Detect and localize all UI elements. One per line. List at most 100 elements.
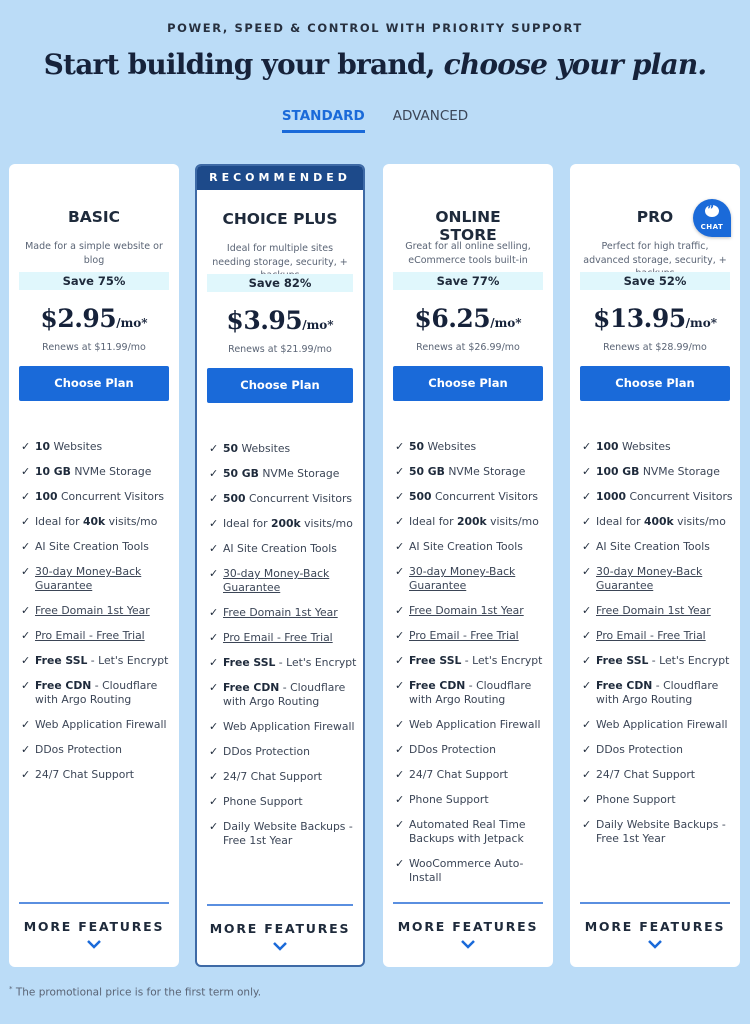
feature-text: WooCommerce Auto-Install: [409, 857, 524, 884]
feature-link[interactable]: Free Domain 1st Year: [409, 604, 524, 617]
feature-text: Phone Support: [223, 795, 303, 808]
tab-advanced[interactable]: ADVANCED: [393, 108, 468, 133]
check-icon: ✓: [395, 679, 405, 692]
check-icon: ✓: [395, 540, 405, 553]
feature-text: AI Site Creation Tools: [35, 540, 149, 553]
feature-highlight: 10 GB: [35, 465, 71, 478]
divider: [580, 902, 730, 904]
feature-item: ✓ Pro Email - Free Trial: [209, 631, 359, 645]
save-badge: Save 82%: [207, 274, 353, 292]
feature-text: - Let's Encrypt: [648, 654, 730, 667]
feature-highlight: Free SSL: [596, 654, 649, 667]
check-icon: ✓: [395, 818, 405, 831]
renewal-price: Renews at $21.99/mo: [228, 344, 332, 355]
feature-item: ✓ 30-day Money-Back Guarantee: [21, 565, 175, 593]
feature-text: NVMe Storage: [639, 465, 720, 478]
chat-quote-icon: ”: [705, 203, 719, 217]
check-icon: ✓: [21, 490, 31, 503]
save-badge: Save 52%: [580, 272, 730, 290]
feature-item: ✓ AI Site Creation Tools: [395, 540, 549, 554]
check-icon: ✓: [209, 567, 219, 580]
feature-item: ✓ DDos Protection: [582, 743, 736, 757]
divider: [393, 902, 543, 904]
feature-item: ✓ AI Site Creation Tools: [582, 540, 736, 554]
price-period: /mo*: [685, 316, 718, 330]
choose-plan-button[interactable]: Choose Plan: [580, 366, 730, 401]
chevron-down-icon[interactable]: [570, 934, 740, 953]
check-icon: ✓: [582, 490, 592, 503]
feature-link[interactable]: Pro Email - Free Trial: [596, 629, 706, 642]
divider: [19, 902, 169, 904]
check-icon: ✓: [209, 442, 219, 455]
feature-link[interactable]: 30-day Money-Back Guarantee: [223, 567, 329, 594]
check-icon: ✓: [209, 656, 219, 669]
tab-standard[interactable]: STANDARD: [281, 108, 365, 133]
feature-link[interactable]: 30-day Money-Back Guarantee: [409, 565, 515, 592]
check-icon: ✓: [395, 490, 405, 503]
page-title-italic: choose your plan.: [443, 48, 708, 81]
feature-link[interactable]: Free Domain 1st Year: [596, 604, 711, 617]
check-icon: ✓: [21, 540, 31, 553]
feature-text: visits/mo: [486, 515, 539, 528]
feature-link[interactable]: Free Domain 1st Year: [223, 606, 338, 619]
feature-link[interactable]: Free Domain 1st Year: [35, 604, 150, 617]
page-title: Start building your brand, choose your p…: [0, 48, 750, 81]
price-period: /mo*: [302, 318, 334, 332]
feature-item: ✓ Free SSL - Let's Encrypt: [582, 654, 736, 668]
check-icon: ✓: [21, 465, 31, 478]
check-icon: ✓: [582, 604, 592, 617]
feature-link[interactable]: 30-day Money-Back Guarantee: [596, 565, 702, 592]
feature-item: ✓ Free Domain 1st Year: [582, 604, 736, 618]
feature-text: Concurrent Visitors: [431, 490, 539, 503]
feature-item: ✓ 500 Concurrent Visitors: [209, 492, 359, 506]
plan-tabs: STANDARD ADVANCED: [0, 108, 750, 133]
choose-plan-button[interactable]: Choose Plan: [207, 368, 353, 403]
choose-plan-button[interactable]: Choose Plan: [393, 366, 543, 401]
check-icon: ✓: [209, 745, 219, 758]
plan-price: $3.95/mo*: [197, 306, 363, 335]
feature-highlight: 400k: [644, 515, 674, 528]
check-icon: ✓: [21, 565, 31, 578]
renewal-price: Renews at $26.99/mo: [416, 342, 520, 353]
feature-highlight: 200k: [457, 515, 487, 528]
price-amount: $6.25: [414, 304, 491, 333]
feature-item: ✓ 1000 Concurrent Visitors: [582, 490, 736, 504]
more-features-button[interactable]: MORE FEATURES: [197, 921, 363, 936]
check-icon: ✓: [209, 606, 219, 619]
feature-text: visits/mo: [300, 517, 353, 530]
check-icon: ✓: [209, 631, 219, 644]
feature-prefix: Ideal for: [409, 515, 458, 528]
choose-plan-button[interactable]: Choose Plan: [19, 366, 169, 401]
feature-item: ✓ DDos Protection: [209, 745, 359, 759]
feature-text: 24/7 Chat Support: [35, 768, 135, 781]
feature-highlight: 1000: [596, 490, 627, 503]
plan-name: BASIC: [67, 208, 121, 226]
feature-text: DDos Protection: [223, 745, 310, 758]
feature-item: ✓ Web Application Firewall: [21, 718, 175, 732]
chevron-down-icon[interactable]: [383, 934, 553, 953]
feature-link[interactable]: Pro Email - Free Trial: [35, 629, 145, 642]
feature-text: Phone Support: [409, 793, 489, 806]
feature-prefix: Ideal for: [596, 515, 645, 528]
feature-highlight: Free SSL: [409, 654, 462, 667]
feature-text: 24/7 Chat Support: [223, 770, 323, 783]
chevron-down-icon[interactable]: [9, 934, 179, 953]
feature-item: ✓ DDos Protection: [395, 743, 549, 757]
plan-price: $2.95/mo*: [9, 304, 179, 333]
feature-link[interactable]: Pro Email - Free Trial: [409, 629, 519, 642]
more-features-button[interactable]: MORE FEATURES: [383, 919, 553, 934]
feature-link[interactable]: 30-day Money-Back Guarantee: [35, 565, 141, 592]
chat-button[interactable]: ” CHAT: [693, 199, 731, 237]
check-icon: ✓: [582, 540, 592, 553]
more-features-button[interactable]: MORE FEATURES: [570, 919, 740, 934]
feature-item: ✓ Daily Website Backups - Free 1st Year: [209, 820, 359, 848]
feature-highlight: 100: [35, 490, 58, 503]
check-icon: ✓: [21, 718, 31, 731]
feature-text: Web Application Firewall: [596, 718, 728, 731]
price-amount: $3.95: [226, 306, 303, 335]
feature-highlight: 500: [409, 490, 432, 503]
chevron-down-icon[interactable]: [197, 936, 363, 955]
renewal-price: Renews at $11.99/mo: [42, 342, 146, 353]
more-features-button[interactable]: MORE FEATURES: [9, 919, 179, 934]
feature-link[interactable]: Pro Email - Free Trial: [223, 631, 333, 644]
